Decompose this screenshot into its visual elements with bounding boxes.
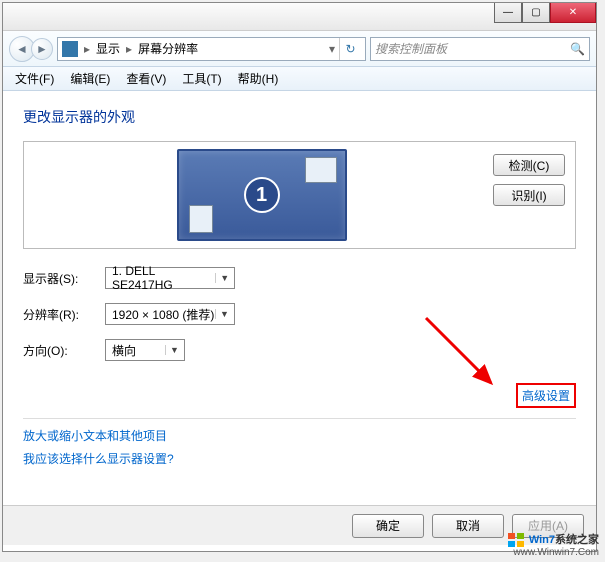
breadcrumb-dropdown-icon[interactable]: ▾ <box>329 42 335 56</box>
display-preview-panel: 1 检测(C) 识别(I) <box>23 141 576 249</box>
monitor-thumbnail[interactable]: 1 <box>177 149 347 241</box>
breadcrumb-bar[interactable]: ▸ 显示 ▸ 屏幕分辨率 ▾ ↻ <box>57 37 366 61</box>
menu-view[interactable]: 查看(V) <box>120 68 172 89</box>
resolution-dropdown[interactable]: 1920 × 1080 (推荐) ▼ <box>105 303 235 325</box>
text-size-link[interactable]: 放大或缩小文本和其他项目 <box>23 427 576 444</box>
breadcrumb-item[interactable]: 屏幕分辨率 <box>138 40 198 57</box>
nav-forward-button[interactable]: ► <box>31 38 53 60</box>
which-settings-link[interactable]: 我应该选择什么显示器设置? <box>23 450 576 467</box>
watermark: Win7系统之家 www.Winwin7.Com <box>508 531 599 558</box>
control-panel-icon <box>62 41 78 57</box>
mini-window-decor <box>305 157 337 183</box>
chevron-down-icon: ▼ <box>215 309 230 319</box>
menu-edit[interactable]: 编辑(E) <box>64 68 116 89</box>
display-dropdown[interactable]: 1. DELL SE2417HG ▼ <box>105 267 235 289</box>
mini-taskbar-decor <box>189 205 213 233</box>
resolution-label: 分辨率(R): <box>23 306 105 323</box>
menu-file[interactable]: 文件(F) <box>9 68 60 89</box>
menu-tools[interactable]: 工具(T) <box>176 68 227 89</box>
monitor-preview[interactable]: 1 <box>32 150 491 240</box>
breadcrumb-item[interactable]: 显示 <box>96 40 120 57</box>
display-selected: 1. DELL SE2417HG <box>112 264 215 292</box>
close-button[interactable]: ✕ <box>550 3 596 23</box>
chevron-down-icon: ▼ <box>165 345 180 355</box>
chevron-right-icon: ▸ <box>82 42 92 56</box>
search-placeholder: 搜索控制面板 <box>375 40 447 57</box>
search-input[interactable]: 搜索控制面板 🔍 <box>370 37 590 61</box>
refresh-button[interactable]: ↻ <box>339 38 361 60</box>
content-area: 更改显示器的外观 1 检测(C) 识别(I) 显示器(S): 1. DELL S… <box>3 91 596 481</box>
watermark-url: www.Winwin7.Com <box>508 547 599 558</box>
menu-help[interactable]: 帮助(H) <box>232 68 285 89</box>
search-icon: 🔍 <box>570 42 585 56</box>
orientation-dropdown[interactable]: 横向 ▼ <box>105 339 185 361</box>
menu-bar: 文件(F) 编辑(E) 查看(V) 工具(T) 帮助(H) <box>3 67 596 91</box>
monitor-number-badge: 1 <box>244 177 280 213</box>
ok-button[interactable]: 确定 <box>352 514 424 538</box>
chevron-right-icon: ▸ <box>124 42 134 56</box>
page-heading: 更改显示器的外观 <box>23 107 576 127</box>
display-label: 显示器(S): <box>23 270 105 287</box>
address-toolbar: ◄ ► ▸ 显示 ▸ 屏幕分辨率 ▾ ↻ 搜索控制面板 🔍 <box>3 31 596 67</box>
identify-button[interactable]: 识别(I) <box>493 184 565 206</box>
cancel-button[interactable]: 取消 <box>432 514 504 538</box>
windows-logo-icon <box>508 533 524 547</box>
resolution-selected: 1920 × 1080 (推荐) <box>112 306 214 323</box>
orientation-label: 方向(O): <box>23 342 105 359</box>
maximize-button[interactable]: ▢ <box>522 3 550 23</box>
orientation-selected: 横向 <box>112 342 136 359</box>
minimize-button[interactable]: — <box>494 3 522 23</box>
detect-button[interactable]: 检测(C) <box>493 154 565 176</box>
window-titlebar: — ▢ ✕ <box>3 3 596 31</box>
divider <box>23 418 576 419</box>
display-settings-window: — ▢ ✕ ◄ ► ▸ 显示 ▸ 屏幕分辨率 ▾ ↻ 搜索控制面板 🔍 文件(F… <box>2 2 597 552</box>
advanced-settings-link[interactable]: 高级设置 <box>516 383 576 408</box>
chevron-down-icon: ▼ <box>215 273 230 283</box>
